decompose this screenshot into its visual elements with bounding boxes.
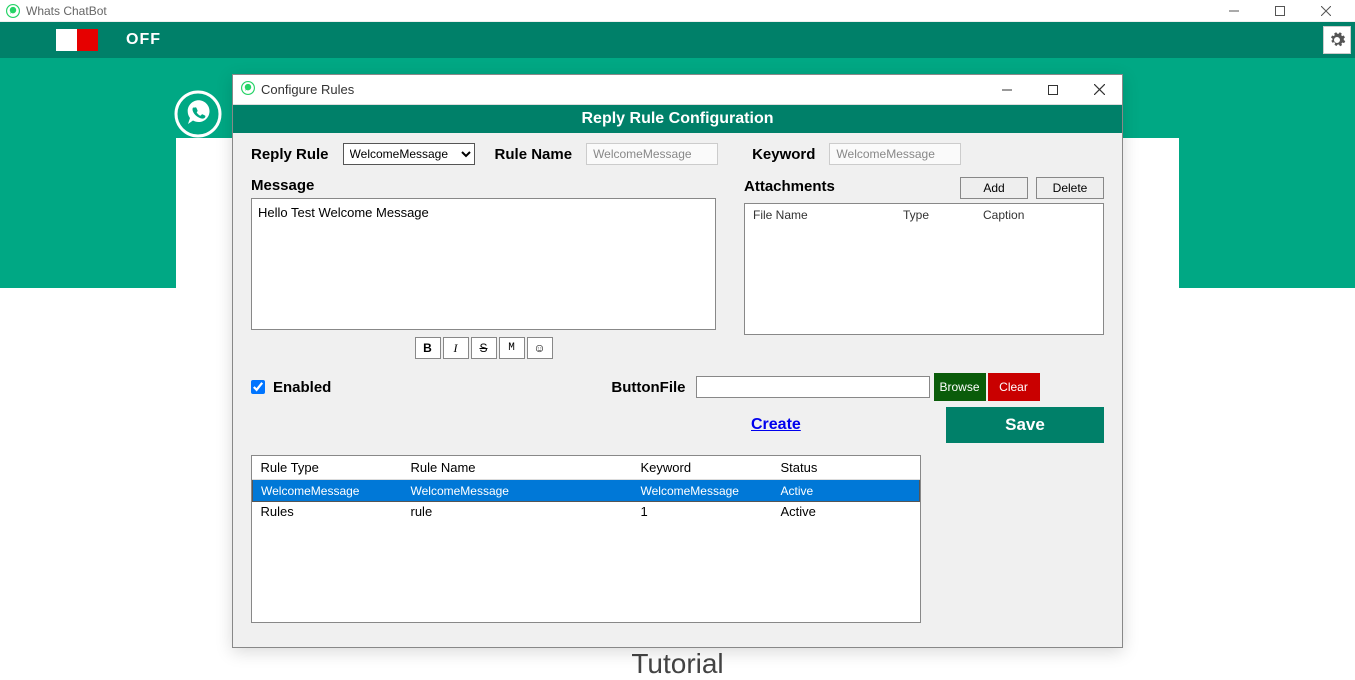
table-row[interactable]: Rulesrule1Active	[253, 502, 920, 522]
settings-button[interactable]	[1323, 26, 1351, 54]
configure-rules-dialog: Configure Rules Reply Rule Configuration…	[232, 74, 1123, 648]
enabled-label: Enabled	[273, 379, 331, 396]
rules-grid[interactable]: Rule Type Rule Name Keyword Status Welco…	[251, 455, 921, 623]
att-col-filename: File Name	[745, 204, 895, 227]
dialog-header: Reply Rule Configuration	[233, 105, 1122, 133]
col-rule-name: Rule Name	[403, 456, 633, 480]
whatsapp-icon	[241, 81, 255, 98]
gear-icon	[1328, 31, 1346, 49]
whatsapp-logo	[174, 90, 222, 138]
attachments-grid[interactable]: File Name Type Caption	[744, 203, 1104, 335]
tutorial-heading: Tutorial	[0, 648, 1355, 680]
clear-button[interactable]: Clear	[988, 373, 1040, 401]
whatsapp-icon	[6, 4, 20, 18]
maximize-button[interactable]	[1257, 0, 1303, 22]
message-textarea[interactable]	[251, 198, 716, 330]
dialog-titlebar: Configure Rules	[233, 75, 1122, 105]
add-attachment-button[interactable]: Add	[960, 177, 1028, 199]
emoji-button[interactable]: ☺	[527, 337, 553, 359]
status-label: OFF	[126, 31, 161, 49]
create-link[interactable]: Create	[751, 416, 801, 434]
rule-name-label: Rule Name	[495, 146, 573, 163]
status-toggle[interactable]	[56, 29, 98, 51]
reply-rule-label: Reply Rule	[251, 146, 329, 163]
keyword-label: Keyword	[752, 146, 815, 163]
close-button[interactable]	[1303, 0, 1349, 22]
dialog-maximize-button[interactable]	[1030, 75, 1076, 105]
reply-rule-select[interactable]: WelcomeMessage	[343, 143, 475, 165]
attachments-label: Attachments	[744, 178, 835, 195]
table-row[interactable]: WelcomeMessageWelcomeMessageWelcomeMessa…	[253, 480, 920, 502]
buttonfile-field[interactable]	[696, 376, 930, 398]
message-label: Message	[251, 177, 716, 194]
save-button[interactable]: Save	[946, 407, 1104, 443]
keyword-field[interactable]	[829, 143, 961, 165]
att-col-type: Type	[895, 204, 975, 227]
dialog-minimize-button[interactable]	[984, 75, 1030, 105]
bold-button[interactable]: B	[415, 337, 441, 359]
col-status: Status	[773, 456, 920, 480]
top-toolbar: OFF	[0, 22, 1355, 58]
col-keyword: Keyword	[633, 456, 773, 480]
browse-button[interactable]: Browse	[934, 373, 986, 401]
buttonfile-label: ButtonFile	[611, 379, 685, 396]
dialog-close-button[interactable]	[1076, 75, 1122, 105]
minimize-button[interactable]	[1211, 0, 1257, 22]
att-col-caption: Caption	[975, 204, 1103, 227]
mono-button[interactable]: M	[499, 337, 525, 359]
strike-button[interactable]: S	[471, 337, 497, 359]
enabled-checkbox[interactable]	[251, 380, 265, 394]
dialog-title: Configure Rules	[261, 82, 984, 97]
app-title: Whats ChatBot	[26, 4, 1211, 18]
col-rule-type: Rule Type	[253, 456, 403, 480]
italic-button[interactable]: I	[443, 337, 469, 359]
delete-attachment-button[interactable]: Delete	[1036, 177, 1104, 199]
app-titlebar: Whats ChatBot	[0, 0, 1355, 22]
rule-name-field[interactable]	[586, 143, 718, 165]
